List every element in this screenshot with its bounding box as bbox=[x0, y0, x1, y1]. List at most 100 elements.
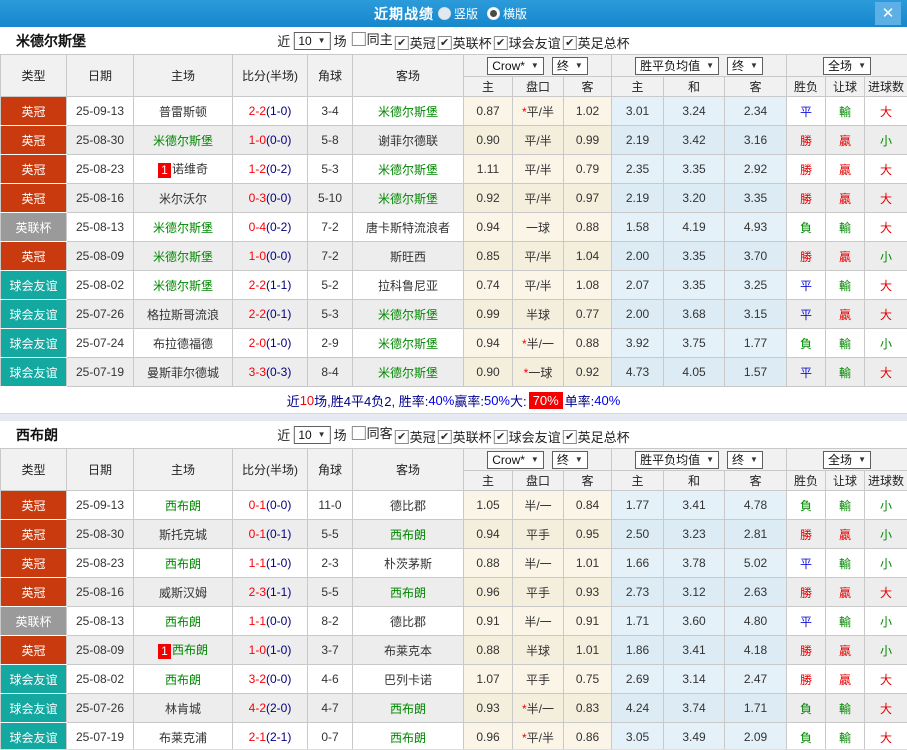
cell-goals-result: 大 bbox=[865, 213, 907, 242]
cell-mean-away: 2.47 bbox=[725, 665, 787, 694]
full-time-score: 2-2 bbox=[249, 307, 266, 321]
competition-checkbox[interactable]: ✔英足总杯 bbox=[563, 33, 630, 52]
column-header: 日期 bbox=[67, 55, 134, 97]
match-row: 球会友谊25-07-19曼斯菲尔德城3-3(0-3)8-4米德尔斯堡0.90*一… bbox=[1, 358, 907, 387]
cell-score: 1-0(1-0) bbox=[233, 636, 308, 665]
cell-score: 0-1(0-0) bbox=[233, 491, 308, 520]
odds-final-select[interactable]: 终▼ bbox=[552, 451, 588, 469]
competition-checkbox[interactable]: ✔球会友谊 bbox=[494, 427, 561, 446]
cell-odds-home: 0.85 bbox=[464, 242, 513, 271]
header-select-group: 胜平负均值▼ 终▼ bbox=[612, 449, 787, 471]
cell-odds-home: 0.92 bbox=[464, 184, 513, 213]
checked-checkbox-icon: ✔ bbox=[438, 430, 452, 444]
match-row: 英冠25-08-16威斯汉姆2-3(1-1)5-5西布朗0.96平手0.932.… bbox=[1, 578, 907, 607]
half-time-score: (0-1) bbox=[266, 307, 291, 321]
odds-final-select[interactable]: 终▼ bbox=[552, 57, 588, 75]
mean-odds-select[interactable]: 胜平负均值▼ bbox=[635, 451, 719, 469]
full-time-score: 2-3 bbox=[249, 585, 266, 599]
scope-select[interactable]: 全场▼ bbox=[823, 57, 871, 75]
page-title: 近期战绩 bbox=[374, 4, 434, 24]
cell-date: 25-07-26 bbox=[67, 694, 134, 723]
match-count-select[interactable]: 10 ▼ bbox=[293, 426, 330, 444]
sub-column-header: 主 bbox=[464, 77, 513, 97]
competition-checkbox[interactable]: ✔英足总杯 bbox=[563, 427, 630, 446]
mean-final-select[interactable]: 终▼ bbox=[727, 451, 763, 469]
select-value: Crow* bbox=[492, 59, 525, 73]
cell-handicap: *平/半 bbox=[513, 97, 564, 126]
cell-corners: 8-2 bbox=[308, 607, 353, 636]
recent-label: 近 bbox=[277, 425, 290, 444]
radio-vertical-label[interactable]: 竖版 bbox=[454, 5, 478, 22]
competition-checkbox[interactable]: ✔英冠 bbox=[395, 427, 436, 446]
cell-handicap: 平/半 bbox=[513, 126, 564, 155]
sub-column-header: 主 bbox=[464, 471, 513, 491]
cell-odds-away: 1.02 bbox=[564, 97, 612, 126]
mean-final-select[interactable]: 终▼ bbox=[727, 57, 763, 75]
cell-corners: 5-3 bbox=[308, 155, 353, 184]
cell-away-team: 唐卡斯特流浪者 bbox=[353, 213, 464, 242]
cell-home-team: 布莱克浦 bbox=[134, 723, 233, 750]
cell-score: 1-1(0-0) bbox=[233, 607, 308, 636]
cell-mean-home: 1.58 bbox=[612, 213, 664, 242]
team-section: 西布朗 近 10 ▼ 场 同客✔英冠✔英联杯✔球会友谊✔英足总杯 类型日期主场比… bbox=[0, 421, 907, 750]
sub-column-header: 让球 bbox=[826, 471, 865, 491]
radio-horizontal-version[interactable] bbox=[487, 7, 500, 20]
cell-date: 25-08-16 bbox=[67, 578, 134, 607]
cell-mean-home: 1.86 bbox=[612, 636, 664, 665]
competition-checkbox[interactable]: ✔英联杯 bbox=[438, 427, 492, 446]
away-team-name: 西布朗 bbox=[390, 586, 426, 600]
match-row: 英冠25-08-23西布朗1-1(1-0)2-3朴茨茅斯0.88半/一1.011… bbox=[1, 549, 907, 578]
radio-horizontal-label[interactable]: 横版 bbox=[503, 5, 527, 22]
sub-column-header: 主 bbox=[612, 77, 664, 97]
cell-odds-away: 0.75 bbox=[564, 665, 612, 694]
competition-checkbox[interactable]: ✔英联杯 bbox=[438, 33, 492, 52]
odds-source-select[interactable]: Crow*▼ bbox=[487, 57, 544, 75]
same-venue-checkbox[interactable]: 同客 bbox=[352, 423, 393, 442]
cell-odds-home: 1.11 bbox=[464, 155, 513, 184]
away-team-name: 谢菲尔德联 bbox=[378, 134, 438, 148]
cell-mean-draw: 3.41 bbox=[664, 491, 725, 520]
handicap-text: 半/一 bbox=[524, 499, 551, 513]
competition-checkbox[interactable]: ✔球会友谊 bbox=[494, 33, 561, 52]
cell-handicap-result: 輸 bbox=[826, 491, 865, 520]
sub-column-header: 进球数 bbox=[865, 77, 907, 97]
select-wrap: Crow*▼ 终▼ bbox=[464, 57, 611, 75]
away-team-name: 布莱克本 bbox=[384, 644, 432, 658]
handicap-text: 平/半 bbox=[527, 731, 554, 745]
cell-date: 25-08-23 bbox=[67, 155, 134, 184]
cell-match-type: 球会友谊 bbox=[1, 271, 67, 300]
mean-odds-select[interactable]: 胜平负均值▼ bbox=[635, 57, 719, 75]
away-team-name: 德比郡 bbox=[390, 615, 426, 629]
cell-corners: 0-7 bbox=[308, 723, 353, 750]
column-header: 类型 bbox=[1, 449, 67, 491]
radio-vertical-version[interactable] bbox=[438, 7, 451, 20]
chevron-down-icon: ▼ bbox=[706, 61, 714, 70]
cell-match-type: 球会友谊 bbox=[1, 358, 67, 387]
cell-mean-away: 3.16 bbox=[725, 126, 787, 155]
scope-select[interactable]: 全场▼ bbox=[823, 451, 871, 469]
cell-away-team: 西布朗 bbox=[353, 520, 464, 549]
cell-goals-result: 大 bbox=[865, 358, 907, 387]
cell-score: 2-2(0-1) bbox=[233, 300, 308, 329]
cell-odds-away: 0.93 bbox=[564, 578, 612, 607]
close-icon[interactable]: ✕ bbox=[875, 2, 901, 25]
cell-handicap: *半/一 bbox=[513, 694, 564, 723]
same-venue-checkbox[interactable]: 同主 bbox=[352, 29, 393, 48]
cell-goals-result: 大 bbox=[865, 155, 907, 184]
cell-odds-away: 0.97 bbox=[564, 184, 612, 213]
chevron-down-icon: ▼ bbox=[858, 455, 866, 464]
handicap-text: 平/半 bbox=[524, 279, 551, 293]
cell-odds-home: 0.88 bbox=[464, 549, 513, 578]
titlebar: 近期战绩 竖版 横版 ✕ bbox=[0, 0, 907, 27]
cell-mean-draw: 3.35 bbox=[664, 242, 725, 271]
cell-away-team: 西布朗 bbox=[353, 723, 464, 750]
cell-odds-away: 0.88 bbox=[564, 213, 612, 242]
full-time-score: 1-1 bbox=[249, 556, 266, 570]
column-header: 比分(半场) bbox=[233, 449, 308, 491]
match-count-select[interactable]: 10 ▼ bbox=[293, 32, 330, 50]
competition-checkbox[interactable]: ✔英冠 bbox=[395, 33, 436, 52]
odds-source-select[interactable]: Crow*▼ bbox=[487, 451, 544, 469]
sub-column-header: 主 bbox=[612, 471, 664, 491]
full-time-score: 2-0 bbox=[249, 336, 266, 350]
cell-mean-draw: 3.68 bbox=[664, 300, 725, 329]
